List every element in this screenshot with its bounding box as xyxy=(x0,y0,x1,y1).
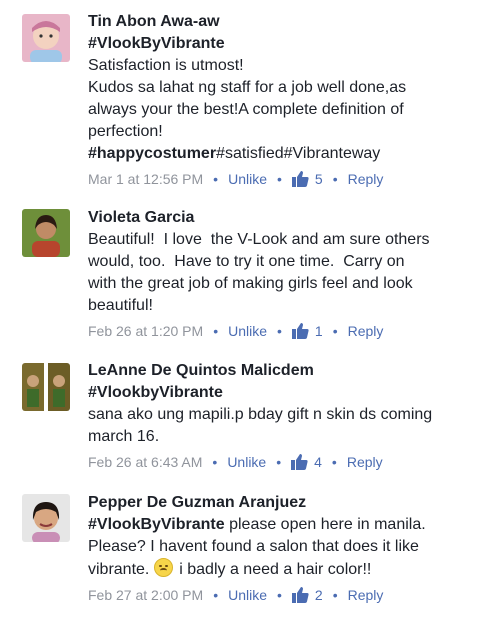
hashtag[interactable]: #VlookbyVibrante xyxy=(88,384,223,401)
comment-text-segment: vibrante. xyxy=(88,561,154,578)
like-count-number: 4 xyxy=(314,454,322,470)
separator-dot: • xyxy=(332,171,338,187)
like-count-number: 5 xyxy=(314,171,323,187)
comment-body: Violeta Garcia Beautiful! I love the V-Lo… xyxy=(88,206,483,341)
like-count-number: 1 xyxy=(314,323,323,339)
comment-text-segment: Kudos sa lahat ng staff for a job well d… xyxy=(88,79,407,96)
comment-timestamp[interactable]: Feb 27 at 2:00 PM xyxy=(88,585,203,605)
avatar[interactable] xyxy=(22,14,70,62)
comment-line: march 16. xyxy=(88,426,483,448)
avatar[interactable] xyxy=(22,363,70,411)
comment-line: #happycostumer#satisfied#Vibranteway xyxy=(88,143,483,165)
separator-dot: • xyxy=(212,454,218,470)
comment-text-segment: always your the best!A complete definiti… xyxy=(88,101,404,118)
commenter-name[interactable]: LeAnne De Quintos Malicdem xyxy=(88,359,483,382)
unlike-button[interactable]: Unlike xyxy=(228,585,267,605)
commenter-name[interactable]: Tin Abon Awa-aw xyxy=(88,10,483,33)
comment-line: beautiful! xyxy=(88,295,483,317)
reply-button[interactable]: Reply xyxy=(348,169,384,189)
unlike-button[interactable]: Unlike xyxy=(227,452,266,472)
comment-text-segment: please open here in manila. xyxy=(224,516,426,533)
comment-text: #VlookByVibrante Satisfaction is utmost! K… xyxy=(88,33,483,165)
comment-meta: Feb 26 at 1:20 PM • Unlike • 1 • Reply xyxy=(88,321,483,341)
comment-text-segment: Please? I havent found a salon that does… xyxy=(88,538,419,555)
reply-button[interactable]: Reply xyxy=(347,452,383,472)
comment-text-segment: i badly a need a hair color!! xyxy=(174,561,372,578)
separator-dot: • xyxy=(331,454,337,470)
comment-line: Please? I havent found a salon that does… xyxy=(88,536,483,558)
comment-timestamp[interactable]: Feb 26 at 1:20 PM xyxy=(88,321,203,341)
comment-line: perfection! xyxy=(88,121,483,143)
separator-dot: • xyxy=(213,587,219,603)
comment-line: Kudos sa lahat ng staff for a job well d… xyxy=(88,77,483,99)
thumbs-up-icon xyxy=(291,171,315,187)
unlike-button[interactable]: Unlike xyxy=(228,321,267,341)
comment-timestamp[interactable]: Feb 26 at 6:43 AM xyxy=(88,452,202,472)
comment-line: with the great job of making girls feel … xyxy=(88,273,483,295)
comment-meta: Mar 1 at 12:56 PM • Unlike • 5 • Reply xyxy=(88,169,483,189)
reply-button[interactable]: Reply xyxy=(348,321,384,341)
comment-line: vibrante. i badly a need a hair color!! xyxy=(88,558,483,581)
separator-dot: • xyxy=(332,323,338,339)
comment-body: Tin Abon Awa-aw #VlookByVibrante Satisfact… xyxy=(88,10,483,189)
comment-text-segment: march 16. xyxy=(88,428,160,445)
comment-line: Satisfaction is utmost! xyxy=(88,55,483,77)
comment-body: LeAnne De Quintos Malicdem #VlookbyVibran… xyxy=(88,359,483,472)
separator-dot: • xyxy=(213,323,219,339)
separator-dot: • xyxy=(276,171,282,187)
comment-text: #VlookbyVibrante sana ako ung mapili.p bd… xyxy=(88,382,483,448)
hashtag[interactable]: #happycostumer xyxy=(88,145,216,162)
comment-text-segment: perfection! xyxy=(88,123,163,140)
like-count[interactable]: 4 xyxy=(291,452,322,472)
comment-timestamp[interactable]: Mar 1 at 12:56 PM xyxy=(88,169,203,189)
comment-text: #VlookByVibrante please open here in man… xyxy=(88,514,483,581)
separator-dot: • xyxy=(332,587,338,603)
comment-line: Beautiful! I love the V-Look and am sure… xyxy=(88,229,483,251)
comment-text-segment: beautiful! xyxy=(88,297,153,314)
avatar[interactable] xyxy=(22,494,70,542)
separator-dot: • xyxy=(277,323,282,339)
comment-text-segment: Satisfaction is utmost! xyxy=(88,57,244,74)
comment-meta: Feb 27 at 2:00 PM • Unlike • 2 • Reply xyxy=(88,585,483,605)
comment-meta: Feb 26 at 6:43 AM • Unlike • 4 • Reply xyxy=(88,452,483,472)
commenter-name[interactable]: Pepper De Guzman Aranjuez xyxy=(88,491,483,514)
comment-line: sana ako ung mapili.p bday gift n skin d… xyxy=(88,404,483,426)
reply-button[interactable]: Reply xyxy=(348,585,384,605)
avatar[interactable] xyxy=(22,209,70,257)
like-count[interactable]: 2 xyxy=(291,585,323,605)
comment-text-segment: would, too. Have to try it one time. Car… xyxy=(88,253,405,270)
comment-text-segment: #satisfied#Vibranteway xyxy=(216,145,381,162)
comment-text-segment: sana ako ung mapili.p bday gift n skin d… xyxy=(88,406,433,423)
comment-line: would, too. Have to try it one time. Car… xyxy=(88,251,483,273)
hashtag[interactable]: #VlookByVibrante xyxy=(88,35,225,52)
thumbs-up-icon xyxy=(291,454,314,470)
unlike-button[interactable]: Unlike xyxy=(228,169,267,189)
comment-line: #VlookbyVibrante xyxy=(88,382,483,404)
thumbs-up-icon xyxy=(291,323,315,339)
comment-text-segment: with the great job of making girls feel … xyxy=(88,275,413,292)
comment-body: Pepper De Guzman Aranjuez #VlookByVibrant… xyxy=(88,491,483,605)
like-count[interactable]: 5 xyxy=(291,169,323,189)
comment-line: #VlookByVibrante xyxy=(88,33,483,55)
thumbs-up-icon xyxy=(291,587,315,603)
separator-dot: • xyxy=(213,171,219,187)
comment-text: Beautiful! I love the V-Look and am sure… xyxy=(88,229,483,317)
like-count[interactable]: 1 xyxy=(291,321,323,341)
comment-line: #VlookByVibrante please open here in man… xyxy=(88,514,483,536)
disappointed-face-icon xyxy=(153,558,173,577)
comment-text-segment: Beautiful! I love the V-Look and am sure… xyxy=(88,231,430,248)
separator-dot: • xyxy=(277,587,282,603)
like-count-number: 2 xyxy=(314,587,323,603)
comment-line: always your the best!A complete definiti… xyxy=(88,99,483,121)
commenter-name[interactable]: Violeta Garcia xyxy=(88,206,483,229)
separator-dot: • xyxy=(276,454,282,470)
hashtag[interactable]: #VlookByVibrante xyxy=(88,516,225,533)
